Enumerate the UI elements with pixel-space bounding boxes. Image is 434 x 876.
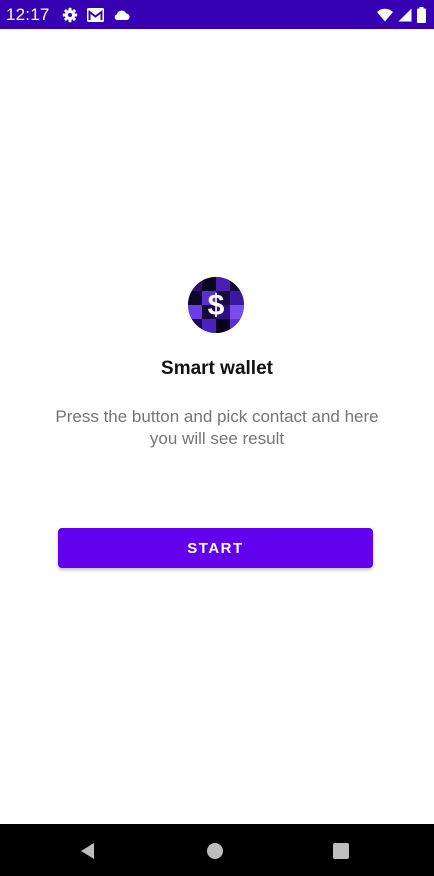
svg-text:$: $: [208, 289, 225, 322]
start-button[interactable]: START: [58, 528, 373, 568]
app-title: Smart wallet: [161, 358, 273, 379]
description-text: Press the button and pick contact and he…: [55, 407, 379, 448]
cloud-icon: [113, 9, 130, 21]
battery-icon: [417, 6, 426, 23]
status-bar: 12:17: [0, 0, 434, 29]
main-content: $ Smart wallet Press the button and pick…: [0, 29, 434, 824]
wifi-icon: [377, 8, 393, 22]
back-icon[interactable]: [79, 842, 97, 860]
status-left: 12:17: [6, 5, 130, 25]
home-icon[interactable]: [207, 843, 223, 859]
recents-icon[interactable]: [333, 843, 349, 859]
app-screen: 12:17 $ Smart wallet Press the button an…: [0, 0, 434, 876]
status-right: [377, 6, 426, 23]
signal-icon: [398, 8, 412, 22]
gmail-icon: [86, 7, 104, 22]
status-time: 12:17: [6, 4, 50, 24]
dollar-coin-icon: $: [188, 277, 244, 333]
nav-bar: [0, 824, 434, 876]
settings-icon: [62, 7, 78, 23]
